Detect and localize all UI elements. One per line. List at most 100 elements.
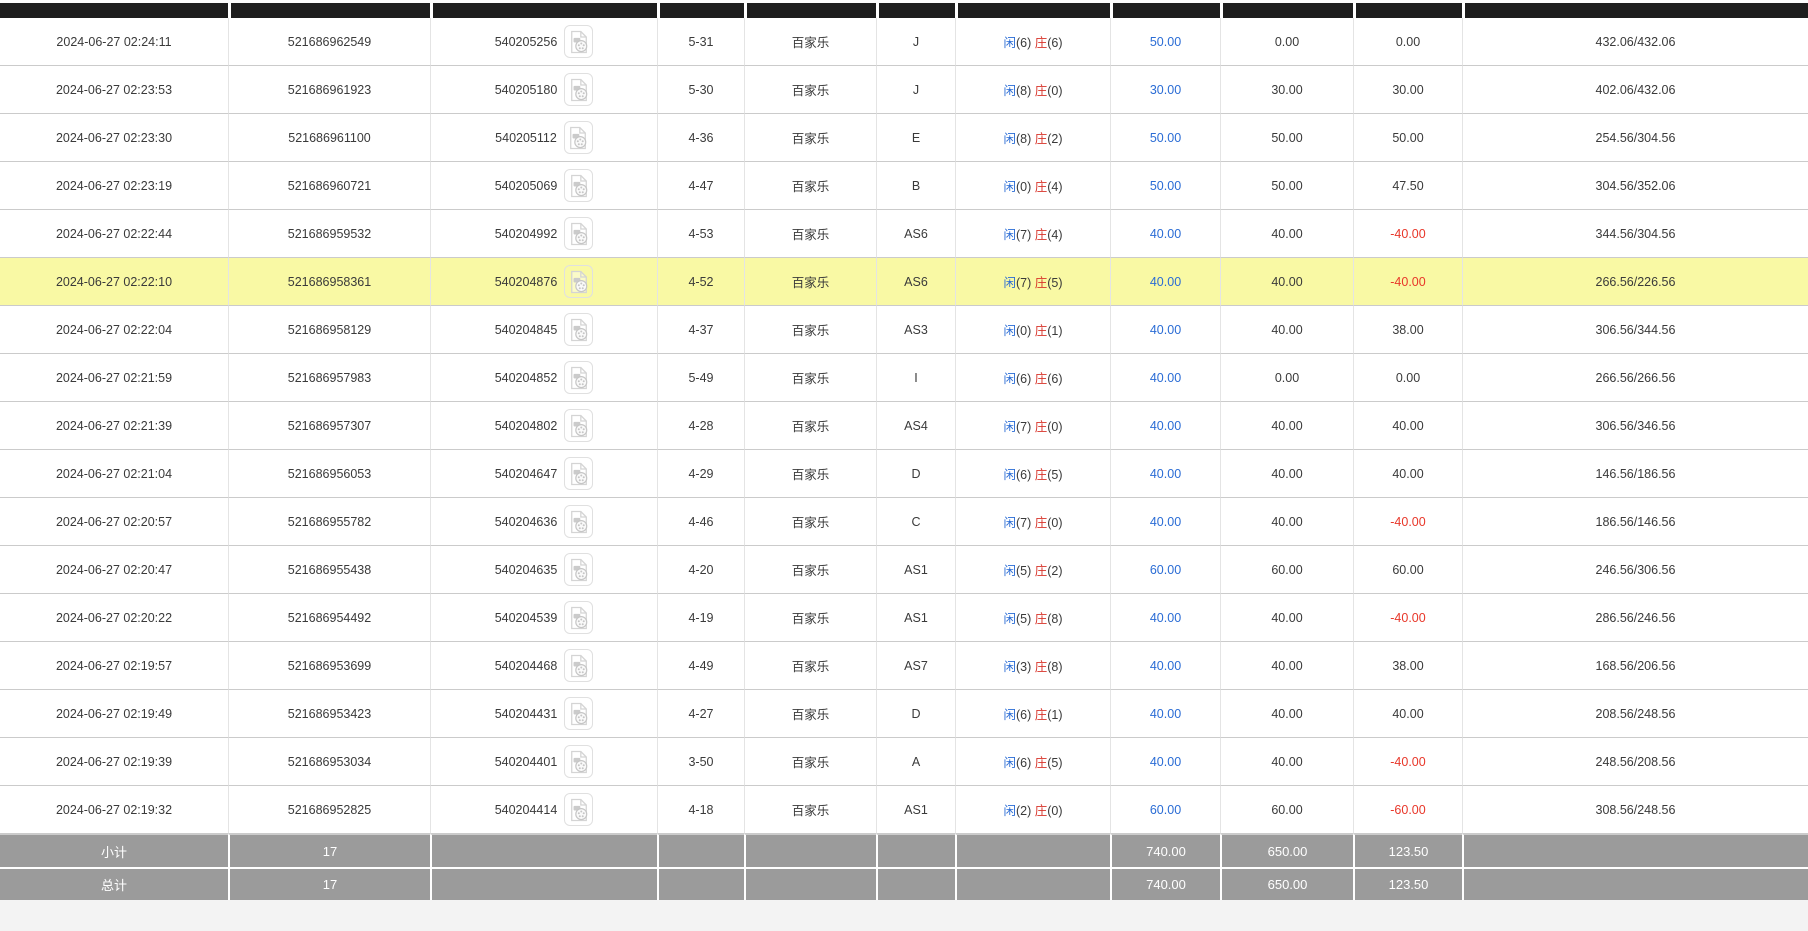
column-header-bet-id: [228, 3, 430, 18]
player-points: (7): [1016, 516, 1031, 530]
table-round-cell: 5-49: [657, 354, 744, 402]
bet-amount-cell: 40.00: [1110, 738, 1220, 786]
round-id-cell: 540205112: [430, 114, 657, 162]
table-round-cell: 4-47: [657, 162, 744, 210]
win-loss-cell: -40.00: [1353, 498, 1462, 546]
balance-cell: 186.56/146.56: [1462, 498, 1808, 546]
bet-detail-cell: 闲(8) 庄(2): [955, 114, 1110, 162]
valid-amount-cell: 40.00: [1220, 594, 1353, 642]
video-replay-button[interactable]: [564, 217, 593, 250]
bet-time-cell: 2024-06-27 02:23:53: [0, 66, 228, 114]
total-valid-amount: 650.00: [1220, 867, 1353, 900]
bet-id-cell: 521686953034: [228, 738, 430, 786]
round-id: 540204431: [495, 707, 558, 721]
total-empty-cell: [876, 867, 955, 900]
video-replay-button[interactable]: [564, 169, 593, 202]
table-round-cell: 5-30: [657, 66, 744, 114]
video-replay-button[interactable]: [564, 793, 593, 826]
balance-cell: 286.56/246.56: [1462, 594, 1808, 642]
subtotal-empty-cell: [876, 834, 955, 867]
table-row: 2024-06-27 02:23:19 521686960721 5402050…: [0, 162, 1808, 210]
round-id: 540204414: [495, 803, 558, 817]
video-replay-button[interactable]: [564, 121, 593, 154]
game-type-cell: 百家乐: [744, 786, 876, 834]
bet-time-cell: 2024-06-27 02:19:57: [0, 642, 228, 690]
game-result-cell: J: [876, 66, 955, 114]
column-header-result: [876, 3, 955, 18]
video-file-icon: [569, 78, 589, 102]
table-row: 2024-06-27 02:22:10 521686958361 5402048…: [0, 258, 1808, 306]
subtotal-count: 17: [228, 834, 430, 867]
video-replay-button[interactable]: [564, 553, 593, 586]
banker-label: 庄: [1035, 84, 1048, 98]
subtotal-win-loss: 123.50: [1353, 834, 1462, 867]
video-file-icon: [569, 414, 589, 438]
game-type-cell: 百家乐: [744, 498, 876, 546]
table-row: 2024-06-27 02:19:57 521686953699 5402044…: [0, 642, 1808, 690]
game-type-cell: 百家乐: [744, 402, 876, 450]
round-id: 540204401: [495, 755, 558, 769]
video-replay-button[interactable]: [564, 649, 593, 682]
game-type-cell: 百家乐: [744, 18, 876, 66]
banker-label: 庄: [1035, 228, 1048, 242]
balance-cell: 254.56/304.56: [1462, 114, 1808, 162]
round-id: 540204636: [495, 515, 558, 529]
player-label: 闲: [1003, 708, 1016, 722]
video-replay-button[interactable]: [564, 745, 593, 778]
video-replay-button[interactable]: [564, 601, 593, 634]
video-replay-button[interactable]: [564, 265, 593, 298]
bet-time-cell: 2024-06-27 02:19:32: [0, 786, 228, 834]
game-result-cell: AS7: [876, 642, 955, 690]
subtotal-empty-cell: [430, 834, 657, 867]
win-loss-cell: -40.00: [1353, 594, 1462, 642]
subtotal-valid-amount: 650.00: [1220, 834, 1353, 867]
player-points: (7): [1016, 228, 1031, 242]
balance-cell: 266.56/266.56: [1462, 354, 1808, 402]
valid-amount-cell: 40.00: [1220, 498, 1353, 546]
game-type-cell: 百家乐: [744, 354, 876, 402]
win-loss-cell: -40.00: [1353, 738, 1462, 786]
video-replay-button[interactable]: [564, 313, 593, 346]
column-header-table-round: [657, 3, 744, 18]
valid-amount-cell: 40.00: [1220, 642, 1353, 690]
win-loss-cell: 0.00: [1353, 18, 1462, 66]
video-replay-button[interactable]: [564, 697, 593, 730]
win-loss-cell: 60.00: [1353, 546, 1462, 594]
player-label: 闲: [1003, 804, 1016, 818]
video-replay-button[interactable]: [564, 361, 593, 394]
game-type-cell: 百家乐: [744, 306, 876, 354]
round-id-cell: 540204635: [430, 546, 657, 594]
table-round-cell: 4-36: [657, 114, 744, 162]
table-row: 2024-06-27 02:19:32 521686952825 5402044…: [0, 786, 1808, 834]
valid-amount-cell: 60.00: [1220, 786, 1353, 834]
bet-amount-cell: 40.00: [1110, 642, 1220, 690]
balance-cell: 432.06/432.06: [1462, 18, 1808, 66]
banker-points: (8): [1047, 612, 1062, 626]
bet-detail-cell: 闲(0) 庄(4): [955, 162, 1110, 210]
bet-time-cell: 2024-06-27 02:23:19: [0, 162, 228, 210]
subtotal-label: 小计: [0, 834, 228, 867]
bet-id-cell: 521686957307: [228, 402, 430, 450]
video-replay-button[interactable]: [564, 25, 593, 58]
player-label: 闲: [1003, 180, 1016, 194]
total-empty-cell: [430, 867, 657, 900]
game-type-cell: 百家乐: [744, 66, 876, 114]
table-row: 2024-06-27 02:20:22 521686954492 5402045…: [0, 594, 1808, 642]
video-replay-button[interactable]: [564, 457, 593, 490]
game-type-cell: 百家乐: [744, 258, 876, 306]
balance-cell: 402.06/432.06: [1462, 66, 1808, 114]
balance-cell: 306.56/346.56: [1462, 402, 1808, 450]
round-id-cell: 540204802: [430, 402, 657, 450]
video-replay-button[interactable]: [564, 73, 593, 106]
bet-id-cell: 521686961100: [228, 114, 430, 162]
win-loss-cell: 38.00: [1353, 642, 1462, 690]
video-replay-button[interactable]: [564, 409, 593, 442]
round-id: 540204852: [495, 371, 558, 385]
video-replay-button[interactable]: [564, 505, 593, 538]
player-label: 闲: [1003, 228, 1016, 242]
table-round-cell: 4-28: [657, 402, 744, 450]
valid-amount-cell: 50.00: [1220, 114, 1353, 162]
banker-points: (0): [1047, 516, 1062, 530]
table-row: 2024-06-27 02:19:39 521686953034 5402044…: [0, 738, 1808, 786]
bet-time-cell: 2024-06-27 02:21:39: [0, 402, 228, 450]
